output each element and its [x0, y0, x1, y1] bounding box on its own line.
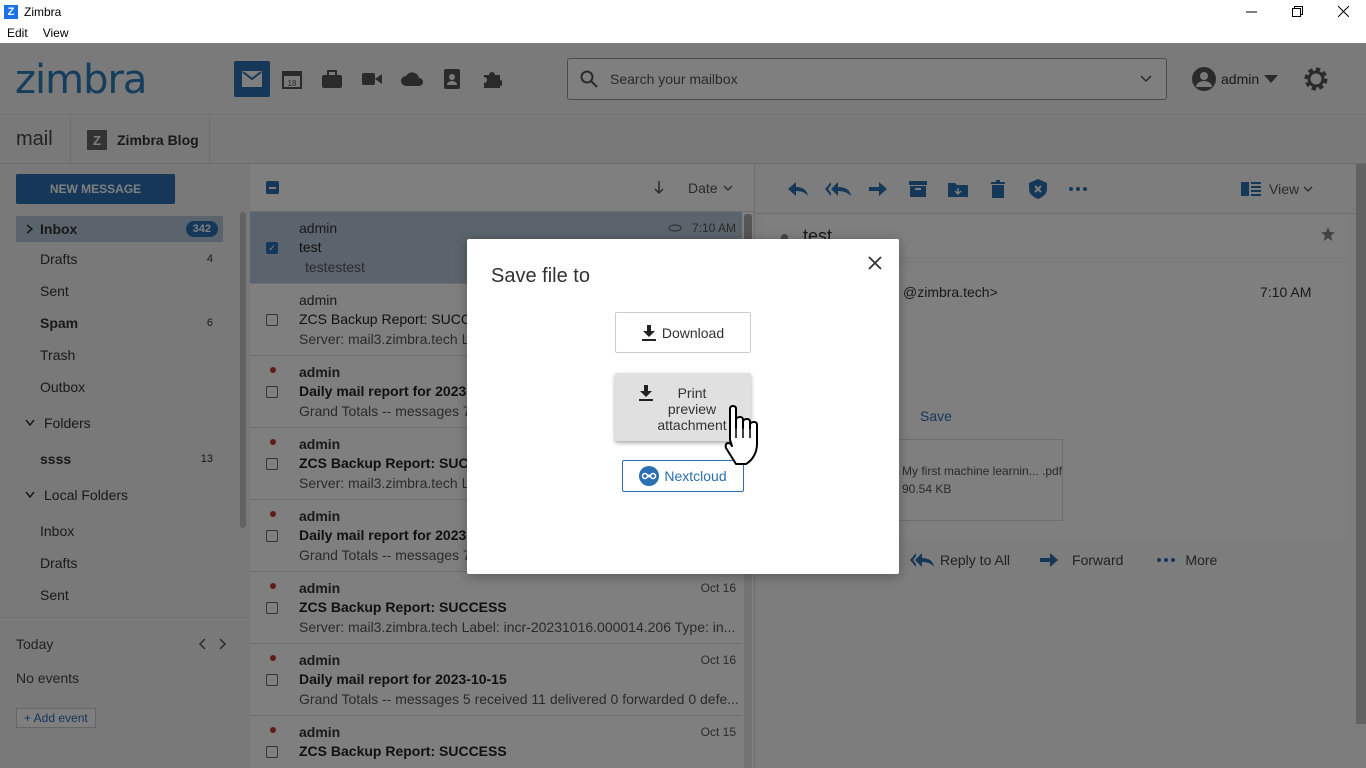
close-icon	[868, 256, 882, 270]
dialog-close-button[interactable]	[865, 253, 885, 273]
close-window-button[interactable]	[1320, 0, 1366, 23]
download-icon	[641, 324, 656, 341]
window-title: Zimbra	[24, 4, 62, 19]
menubar: Edit View	[0, 23, 1366, 43]
print-preview-label: Print preview attachment	[657, 385, 727, 433]
window-titlebar: Z Zimbra	[0, 0, 1366, 23]
menu-view[interactable]: View	[43, 26, 69, 40]
dialog-title: Save file to	[491, 265, 590, 287]
nextcloud-label: Nextcloud	[664, 468, 727, 484]
restore-icon	[1291, 6, 1303, 17]
restore-button[interactable]	[1274, 0, 1320, 23]
download-label: Download	[661, 324, 725, 341]
download-icon	[639, 385, 653, 401]
download-button[interactable]: Download	[615, 312, 751, 353]
minimize-icon	[1245, 11, 1257, 13]
app-logo-icon: Z	[4, 4, 18, 19]
close-icon	[1337, 6, 1349, 17]
save-file-dialog: Save file to Download Print preview atta…	[467, 239, 899, 574]
nextcloud-icon	[639, 466, 660, 486]
minimize-button[interactable]	[1228, 0, 1274, 23]
menu-edit[interactable]: Edit	[7, 26, 28, 40]
hand-pointer-cursor	[724, 405, 758, 465]
